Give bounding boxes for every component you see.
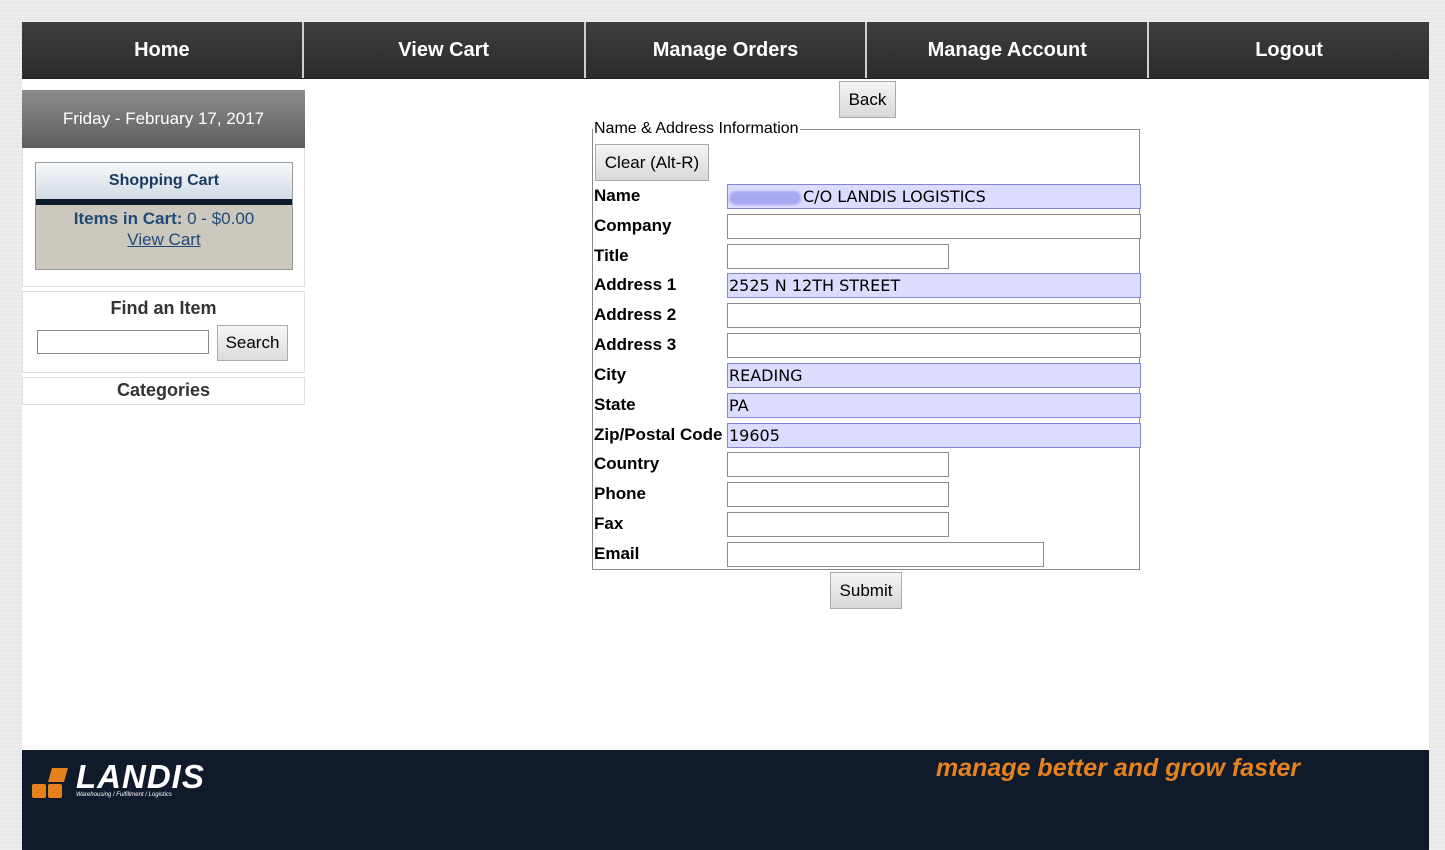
zip-label: Zip/Postal Code — [594, 425, 723, 444]
logo-subtext: Warehousing / Fulfillment / Logistics — [76, 792, 172, 798]
nav-manage-orders[interactable]: Manage Orders — [585, 22, 868, 78]
footer: LANDIS Warehousing / Fulfillment / Logis… — [22, 750, 1429, 850]
form-row-city: City READING — [594, 362, 1142, 388]
form-row-email: Email — [594, 541, 1142, 567]
clear-button[interactable]: Clear (Alt-R) — [595, 144, 709, 181]
shopping-cart-box: Shopping Cart Items in Cart: 0 - $0.00 V… — [35, 162, 293, 270]
cart-count: Items in Cart: 0 - $0.00 — [36, 209, 292, 229]
page: Home View Cart Manage Orders Manage Acco… — [22, 22, 1429, 850]
nav-view-cart[interactable]: View Cart — [303, 22, 586, 78]
cart-items-label: Items in Cart: — [73, 209, 183, 228]
view-cart-link[interactable]: View Cart — [36, 230, 292, 250]
top-nav: Home View Cart Manage Orders Manage Acco… — [22, 22, 1429, 79]
form-row-address1: Address 1 2525 N 12TH STREET — [594, 272, 1142, 298]
form-row-address2: Address 2 — [594, 302, 1142, 328]
form-row-address3: Address 3 — [594, 332, 1142, 358]
search-button[interactable]: Search — [217, 325, 288, 361]
find-item-panel: Find an Item Search — [22, 291, 305, 373]
country-field[interactable] — [727, 452, 949, 477]
fieldset-legend: Name & Address Information — [593, 120, 800, 138]
cart-title: Shopping Cart — [36, 163, 292, 205]
title-label: Title — [594, 246, 629, 265]
search-input[interactable] — [37, 330, 209, 354]
form-row-zip: Zip/Postal Code 19605 — [594, 422, 1142, 448]
categories-heading: Categories — [22, 377, 305, 405]
company-label: Company — [594, 216, 672, 235]
nav-home[interactable]: Home — [22, 22, 304, 78]
address2-field[interactable] — [727, 303, 1141, 328]
phone-field[interactable] — [727, 482, 949, 507]
form-row-name: Name C/O LANDIS LOGISTICS — [594, 183, 1142, 209]
cart-panel: Shopping Cart Items in Cart: 0 - $0.00 V… — [22, 148, 305, 287]
email-field[interactable] — [727, 542, 1044, 567]
form-row-fax: Fax — [594, 511, 1142, 537]
address3-field[interactable] — [727, 333, 1141, 358]
company-field[interactable] — [727, 214, 1141, 239]
fax-label: Fax — [594, 514, 624, 533]
logo-wordmark: LANDIS — [76, 758, 205, 795]
email-label: Email — [594, 544, 640, 563]
name-value: C/O LANDIS LOGISTICS — [803, 187, 986, 206]
phone-label: Phone — [594, 484, 646, 503]
form-row-title: Title — [594, 243, 1142, 269]
back-button[interactable]: Back — [839, 81, 896, 118]
logo-mark-icon — [32, 768, 68, 798]
cart-items-value: 0 - $0.00 — [182, 209, 255, 228]
find-item-title: Find an Item — [110, 298, 217, 318]
title-field[interactable] — [727, 244, 949, 269]
sidebar: Friday - February 17, 2017 Shopping Cart… — [22, 90, 305, 405]
submit-button[interactable]: Submit — [830, 572, 902, 609]
form-row-phone: Phone — [594, 481, 1142, 507]
redacted-mark — [729, 190, 801, 205]
name-field[interactable]: C/O LANDIS LOGISTICS — [727, 184, 1141, 209]
address1-field[interactable]: 2525 N 12TH STREET — [727, 273, 1141, 298]
name-label: Name — [594, 186, 641, 205]
city-label: City — [594, 365, 627, 384]
zip-field[interactable]: 19605 — [727, 423, 1141, 448]
date-display: Friday - February 17, 2017 — [22, 90, 305, 148]
form-row-state: State PA — [594, 392, 1142, 418]
country-label: Country — [594, 454, 660, 473]
form-row-country: Country — [594, 451, 1142, 477]
state-field[interactable]: PA — [727, 393, 1141, 418]
address3-label: Address 3 — [594, 335, 677, 354]
city-field[interactable]: READING — [727, 363, 1141, 388]
address2-label: Address 2 — [594, 305, 677, 324]
form-row-company: Company — [594, 213, 1142, 239]
address1-label: Address 1 — [594, 275, 677, 294]
footer-tagline: manage better and grow faster — [936, 754, 1300, 782]
landis-logo: LANDIS Warehousing / Fulfillment / Logis… — [32, 758, 232, 802]
nav-logout[interactable]: Logout — [1149, 22, 1429, 78]
state-label: State — [594, 395, 636, 414]
fax-field[interactable] — [727, 512, 949, 537]
nav-manage-account[interactable]: Manage Account — [867, 22, 1150, 78]
